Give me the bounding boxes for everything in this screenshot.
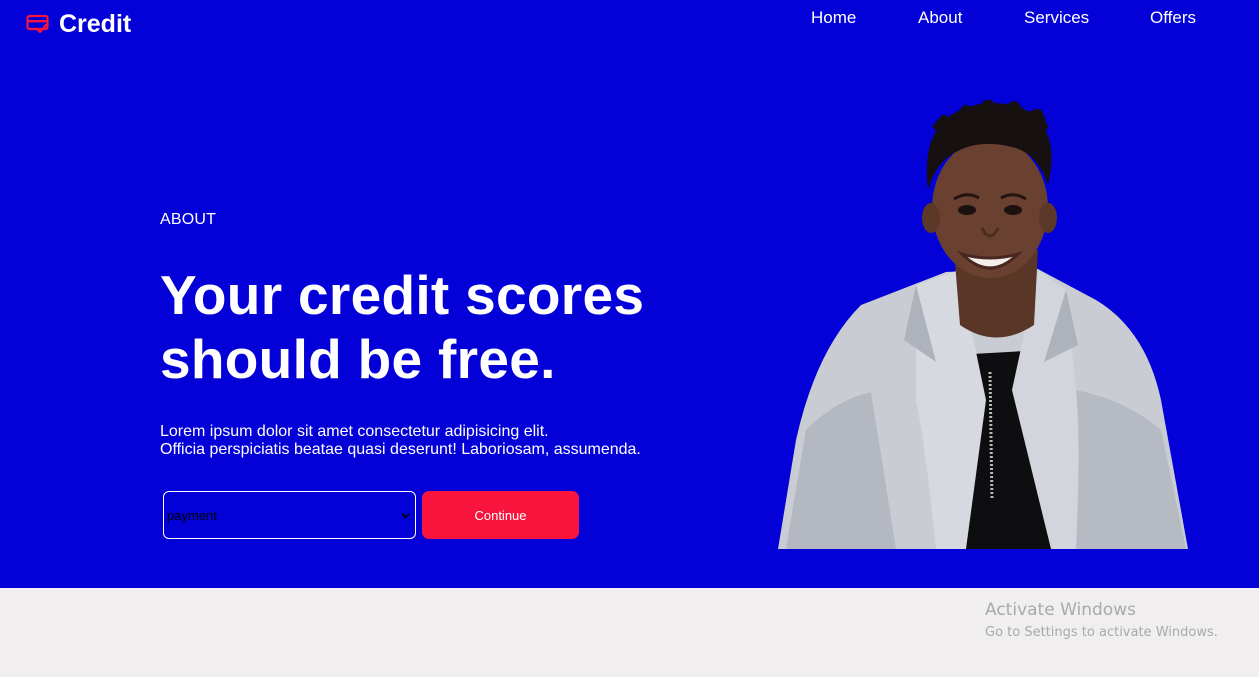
description-line-2: Officia perspiciatis beatae quasi deseru… bbox=[160, 441, 641, 458]
section-eyebrow: ABOUT bbox=[160, 211, 217, 228]
payment-select-wrapper: payment bbox=[163, 491, 416, 539]
headline-line-2: should be free. bbox=[160, 328, 556, 390]
description-line-1: Lorem ipsum dolor sit amet consectetur a… bbox=[160, 423, 549, 440]
nav-home[interactable]: Home bbox=[811, 8, 856, 28]
nav-services[interactable]: Services bbox=[1024, 8, 1089, 28]
nav-about[interactable]: About bbox=[918, 8, 962, 28]
top-nav: Home About Services Offers bbox=[0, 8, 1259, 28]
windows-activation-watermark: Activate Windows Go to Settings to activ… bbox=[985, 599, 1218, 643]
payment-select[interactable]: payment bbox=[164, 492, 415, 538]
hero-description: Lorem ipsum dolor sit amet consectetur a… bbox=[160, 423, 641, 459]
watermark-title: Activate Windows bbox=[985, 600, 1136, 620]
headline-line-1: Your credit scores bbox=[160, 264, 645, 326]
continue-button[interactable]: Continue bbox=[422, 491, 579, 539]
hero-section: Credit Home About Services Offers ABOUT … bbox=[0, 0, 1259, 588]
hero-headline: Your credit scores should be free. bbox=[160, 263, 720, 391]
nav-offers[interactable]: Offers bbox=[1150, 8, 1196, 28]
portrait-photo bbox=[778, 100, 1188, 549]
watermark-subtitle: Go to Settings to activate Windows. bbox=[985, 625, 1218, 640]
